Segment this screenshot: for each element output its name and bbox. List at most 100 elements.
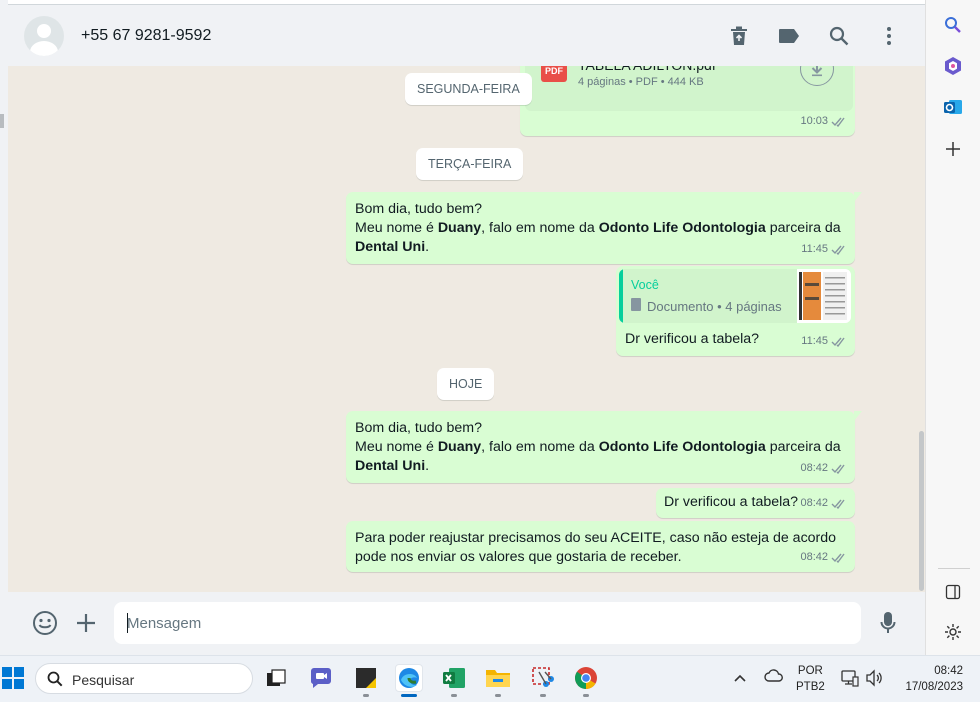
text-caret [127, 613, 128, 633]
windows-start-icon[interactable] [2, 667, 24, 689]
bubble-tail [854, 192, 862, 202]
partner-name: Dental Uni [355, 458, 426, 474]
running-indicator [451, 694, 457, 697]
message-bubble-intro-2[interactable]: Bom dia, tudo bem? Meu nome é Duany, fal… [346, 411, 862, 483]
text-run: Meu nome é [355, 220, 438, 236]
label-icon[interactable] [777, 24, 801, 48]
add-icon[interactable] [942, 138, 964, 160]
network-icon[interactable] [841, 669, 859, 692]
running-indicator [363, 694, 369, 697]
search-icon[interactable] [942, 14, 964, 36]
windows-taskbar: Pesquisar POR PTB2 08:42 17/08/2023 [0, 655, 980, 702]
pdf-file-info: 4 páginas • PDF • 444 KB [578, 76, 704, 88]
message-line: Dental Uni. [355, 238, 841, 257]
window-edge-marker [0, 114, 4, 128]
message-text: Bom dia, tudo bem? Meu nome é Duany, fal… [355, 419, 841, 476]
chat-scrollbar[interactable] [917, 66, 925, 592]
file-explorer-icon[interactable] [484, 664, 512, 692]
search-icon[interactable] [827, 24, 851, 48]
contact-avatar[interactable] [24, 16, 64, 56]
text-run: , falo em nome da [481, 439, 599, 455]
sidebar-divider [938, 568, 970, 569]
date-separator-today: HOJE [437, 368, 495, 400]
chrome-icon[interactable] [572, 664, 600, 692]
message-meta: 08:42 [800, 494, 847, 513]
quote-author: Você [631, 278, 659, 292]
quoted-message[interactable]: Você Documento • 4 páginas [619, 269, 851, 323]
copilot-icon[interactable] [942, 55, 964, 77]
volume-icon[interactable] [865, 669, 883, 692]
pdf-file-icon: PDF [541, 66, 567, 82]
company-name: Odonto Life Odontologia [598, 439, 766, 455]
message-line: Meu nome é Duany, falo em nome da Odonto… [355, 438, 841, 457]
chat-messages-area[interactable]: PDF TABELA ADILTON.pdf 4 páginas • PDF •… [8, 66, 917, 592]
message-bubble-reply-1[interactable]: Você Documento • 4 páginas Dr verificou … [616, 266, 855, 356]
partner-name: Dental Uni [355, 239, 426, 255]
message-text: Para poder reajustar precisamos do seu A… [355, 529, 836, 567]
message-time: 08:42 [800, 497, 828, 509]
outlook-icon[interactable] [942, 96, 964, 118]
chat-header: +55 67 9281-9592 [8, 4, 925, 66]
teams-chat-icon[interactable] [307, 664, 335, 692]
message-line: pode nos enviar os valores que gostaria … [355, 549, 682, 565]
search-icon [47, 671, 63, 687]
attach-plus-icon[interactable] [72, 609, 100, 637]
double-check-icon [831, 464, 845, 474]
edge-browser-icon[interactable] [395, 664, 423, 692]
date-separator-monday: SEGUNDA-FEIRA [405, 73, 532, 105]
sidebar-toggle-icon[interactable] [942, 581, 964, 603]
message-bubble-intro-1[interactable]: Bom dia, tudo bem? Meu nome é Duany, fal… [346, 192, 862, 264]
sticky-notes-icon[interactable] [352, 664, 380, 692]
message-line: Bom dia, tudo bem? [355, 201, 482, 217]
sender-name: Duany [437, 439, 482, 455]
text-run: Meu nome é [355, 439, 438, 455]
text-run: parceira da [765, 220, 841, 236]
clock-date: 17/08/2023 [905, 681, 963, 693]
microphone-icon[interactable] [874, 609, 902, 637]
excel-icon[interactable] [440, 664, 468, 692]
task-view-icon[interactable] [262, 664, 290, 692]
text-run: . [425, 239, 430, 255]
browser-sidebar [925, 0, 980, 655]
contact-name[interactable]: +55 67 9281-9592 [81, 27, 211, 45]
message-line: Bom dia, tudo bem? [355, 420, 482, 436]
left-window-edge [0, 0, 8, 655]
message-time: 11:45 [801, 243, 828, 255]
running-indicator [583, 694, 589, 697]
date-separator-tuesday: TERÇA-FEIRA [416, 148, 524, 180]
sender-name: Duany [437, 220, 482, 236]
company-name: Odonto Life Odontologia [598, 220, 766, 236]
active-app-indicator [401, 694, 417, 697]
onedrive-cloud-icon[interactable] [764, 669, 784, 688]
quote-text: Documento • 4 páginas [647, 299, 782, 314]
keyboard-layout: PTB2 [796, 681, 825, 693]
compose-bar [8, 592, 925, 655]
keyboard-language[interactable]: POR PTB2 [796, 663, 825, 695]
scrollbar-thumb[interactable] [919, 431, 924, 591]
taskbar-search-box[interactable]: Pesquisar [35, 663, 253, 694]
taskbar-search-label: Pesquisar [72, 672, 135, 688]
pdf-card[interactable]: PDF TABELA ADILTON.pdf 4 páginas • PDF •… [525, 66, 853, 111]
download-icon[interactable] [800, 66, 834, 86]
double-check-icon [831, 245, 845, 255]
bubble-tail [854, 411, 862, 421]
system-clock[interactable]: 08:42 17/08/2023 [893, 663, 963, 695]
emoji-icon[interactable] [31, 609, 59, 637]
delete-icon[interactable] [727, 24, 751, 48]
double-check-icon [831, 553, 845, 563]
message-bubble-reply-2[interactable]: Dr verificou a tabela? 08:42 [656, 488, 855, 518]
message-line: Meu nome é Duany, falo em nome da Odonto… [355, 219, 841, 238]
message-input[interactable] [114, 602, 861, 644]
chevron-up-icon[interactable] [733, 670, 747, 688]
menu-icon[interactable] [877, 24, 901, 48]
attachment-message[interactable]: PDF TABELA ADILTON.pdf 4 páginas • PDF •… [520, 66, 855, 136]
message-time: 10:03 [800, 115, 828, 127]
gear-icon[interactable] [942, 621, 964, 643]
snipping-tool-icon[interactable] [529, 664, 557, 692]
message-text: Dr verificou a tabela? [625, 331, 760, 347]
double-check-icon [831, 117, 845, 127]
text-run: . [425, 458, 430, 474]
document-icon [631, 298, 641, 311]
message-bubble-last[interactable]: Para poder reajustar precisamos do seu A… [346, 521, 855, 572]
message-time: 11:45 [801, 335, 828, 347]
